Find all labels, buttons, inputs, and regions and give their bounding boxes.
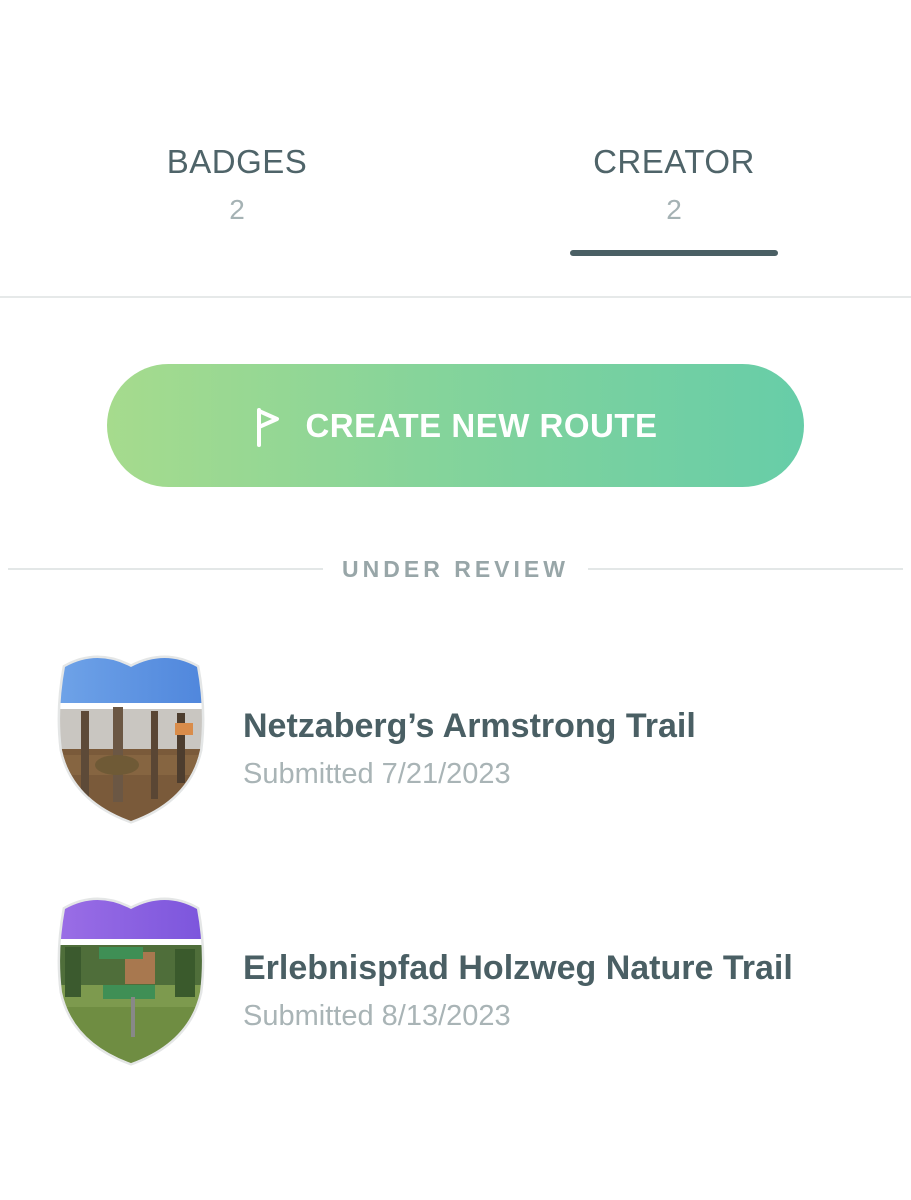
route-name: Netzaberg’s Armstrong Trail xyxy=(243,707,696,745)
section-title-under-review: UNDER REVIEW xyxy=(342,556,569,582)
tab-badges-label: BADGES xyxy=(166,143,308,180)
create-new-route-label: CREATE NEW ROUTE xyxy=(305,406,658,444)
profile-tabs: BADGES 2 CREATOR 2 xyxy=(0,0,911,298)
route-submitted-date: Submitted 8/13/2023 xyxy=(243,1000,511,1032)
tab-creator-count: 2 xyxy=(666,194,682,225)
route-submitted-date: Submitted 7/21/2023 xyxy=(243,758,511,790)
tab-creator-label: CREATOR xyxy=(593,143,755,180)
flag-icon xyxy=(257,407,280,447)
route-name: Erlebnispfad Holzweg Nature Trail xyxy=(243,949,793,987)
create-new-route-button[interactable]: CREATE NEW ROUTE xyxy=(107,364,804,487)
active-tab-indicator xyxy=(570,250,778,256)
tab-badges[interactable]: BADGES 2 xyxy=(117,140,357,260)
section-divider-right xyxy=(588,568,903,570)
route-list-item[interactable]: Erlebnispfad Holzweg Nature Trail Submit… xyxy=(0,897,911,1077)
tab-creator[interactable]: CREATOR 2 xyxy=(554,140,794,260)
section-divider-left xyxy=(8,568,323,570)
tabs-divider xyxy=(0,296,911,298)
route-badge-icon xyxy=(57,897,205,1066)
tab-badges-count: 2 xyxy=(229,194,245,225)
route-badge-icon xyxy=(57,655,205,824)
route-list-item[interactable]: Netzaberg’s Armstrong Trail Submitted 7/… xyxy=(0,655,911,835)
